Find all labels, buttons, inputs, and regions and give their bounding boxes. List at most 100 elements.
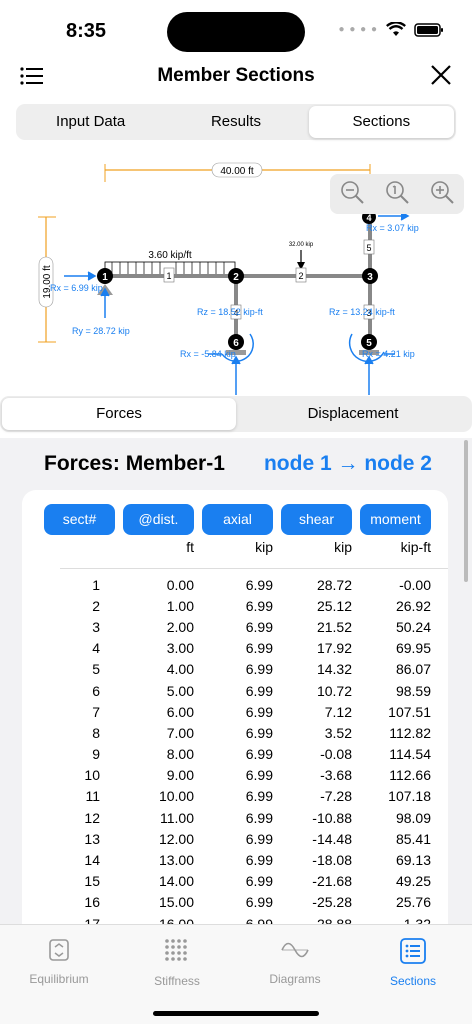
table-row: 3 2.00 6.99 21.52 50.24 xyxy=(44,616,444,637)
sort-shear-button[interactable]: shear xyxy=(281,504,352,535)
cell-shear: 17.92 xyxy=(316,640,352,657)
unit-shear: kip xyxy=(334,539,352,555)
load-label: 3.60 kip/ft xyxy=(148,250,192,261)
main-tab-control: Input Data Results Sections xyxy=(16,104,456,140)
scrollbar[interactable] xyxy=(464,440,468,582)
cell-sect: 4 xyxy=(92,640,100,657)
point-load-label: 32.00 kip xyxy=(289,242,314,248)
cell-axial: 6.99 xyxy=(245,830,273,847)
cell-dist: 16.00 xyxy=(158,915,194,924)
cell-sect: 6 xyxy=(92,682,100,699)
cell-shear: -14.48 xyxy=(312,830,352,847)
cell-sect: 2 xyxy=(92,597,100,614)
zoom-in-icon[interactable] xyxy=(429,179,455,210)
cell-moment: 85.41 xyxy=(395,830,431,847)
reaction-rz5: Rz = 13.24 kip-ft xyxy=(329,307,395,317)
unit-axial: kip xyxy=(255,539,273,555)
cell-dist: 7.00 xyxy=(166,724,194,741)
cell-sect: 15 xyxy=(84,873,100,890)
tab-bar: Equilibrium Stiffness Diagrams Sections xyxy=(0,924,472,1024)
cell-shear: -0.08 xyxy=(320,746,352,763)
cell-dist: 0.00 xyxy=(166,576,194,593)
cell-shear: 28.72 xyxy=(316,576,352,593)
cell-sect: 1 xyxy=(92,576,100,593)
table-row: 10 9.00 6.99 -3.68 112.66 xyxy=(44,765,444,786)
cell-moment: -1.32 xyxy=(399,915,431,924)
cell-dist: 14.00 xyxy=(158,873,194,890)
member-nodes-link[interactable]: node 1 → node 2 xyxy=(264,452,432,476)
sort-moment-button[interactable]: moment xyxy=(360,504,431,535)
cell-sect: 3 xyxy=(92,618,100,635)
tab-equilibrium[interactable]: Equilibrium xyxy=(0,937,118,986)
cell-dist: 1.00 xyxy=(166,597,194,614)
cell-axial: 6.99 xyxy=(245,661,273,678)
zoom-controls xyxy=(330,174,464,214)
point-load: 32.00 kip xyxy=(289,242,314,270)
reaction-rx1: Rx = 6.99 kip xyxy=(50,283,103,293)
cell-moment: 112.82 xyxy=(389,724,431,741)
tab-stiffness[interactable]: Stiffness xyxy=(118,937,236,988)
cell-moment: 98.09 xyxy=(395,809,431,826)
tab-results[interactable]: Results xyxy=(163,106,308,138)
page-title: Member Sections xyxy=(157,65,315,86)
cell-shear: 25.12 xyxy=(316,597,352,614)
sort-dist-button[interactable]: @dist. xyxy=(123,504,194,535)
cell-sect: 16 xyxy=(84,894,100,911)
forces-table-body: 1 0.00 6.99 28.72 -0.00 2 1.00 6.99 25.12 26.92 3 2… xyxy=(44,574,444,924)
cell-moment: 107.18 xyxy=(388,788,431,805)
member-1-label: 1 xyxy=(166,271,171,281)
cell-axial: 6.99 xyxy=(245,597,273,614)
cell-axial: 6.99 xyxy=(245,915,273,924)
cell-dist: 11.00 xyxy=(160,809,194,826)
tab-forces[interactable]: Forces xyxy=(2,398,236,430)
node-6-label: 6 xyxy=(233,338,239,349)
tab-displacement[interactable]: Displacement xyxy=(236,398,470,430)
cell-dist: 15.00 xyxy=(158,894,194,911)
cell-dist: 5.00 xyxy=(166,682,194,699)
tab-sections[interactable]: Sections xyxy=(308,106,454,138)
table-row: 2 1.00 6.99 25.12 26.92 xyxy=(44,595,444,616)
cell-moment: 49.25 xyxy=(395,873,431,890)
cell-shear: -3.68 xyxy=(320,767,352,784)
cell-moment: 114.54 xyxy=(389,746,431,763)
cell-axial: 6.99 xyxy=(245,682,273,699)
height-dimension: 19.00 ft xyxy=(38,216,56,343)
forces-panel: Forces: Member-1 node 1 → node 2 sect# @… xyxy=(0,438,472,924)
cell-moment: 25.76 xyxy=(395,894,431,911)
sections-list-icon xyxy=(400,938,426,964)
cell-axial: 6.99 xyxy=(245,873,273,890)
cell-shear: 10.72 xyxy=(316,682,352,699)
zoom-out-icon[interactable] xyxy=(339,179,365,210)
close-icon[interactable] xyxy=(430,64,452,91)
cell-dist: 2.00 xyxy=(166,618,194,635)
cell-axial: 6.99 xyxy=(245,640,273,657)
cell-moment: 50.24 xyxy=(395,618,431,635)
reaction-ry1: Ry = 28.72 kip xyxy=(72,326,130,336)
cell-shear: 3.52 xyxy=(324,724,352,741)
cell-dist: 3.00 xyxy=(166,640,194,657)
cell-moment: 26.92 xyxy=(395,597,431,614)
table-row: 16 15.00 6.99 -25.28 25.76 xyxy=(44,892,444,913)
status-bar: 8:35 ● ● ● ● xyxy=(0,0,472,64)
navigation-bar: Member Sections xyxy=(0,60,472,92)
units-row: ft kip kip kip-ft xyxy=(44,539,431,555)
table-row: 1 0.00 6.99 28.72 -0.00 xyxy=(44,574,444,595)
cell-dist: 4.00 xyxy=(166,661,194,678)
cell-shear: -7.28 xyxy=(320,788,352,805)
cell-axial: 6.99 xyxy=(245,703,273,720)
tab-sections-bottom[interactable]: Sections xyxy=(354,937,472,988)
cell-axial: 6.99 xyxy=(245,809,273,826)
cell-moment: 86.07 xyxy=(395,661,431,678)
zoom-reset-icon[interactable] xyxy=(384,179,410,210)
table-row: 6 5.00 6.99 10.72 98.59 xyxy=(44,680,444,701)
reaction-rx5: Rx = 4.21 kip xyxy=(362,349,415,359)
cell-sect: 5 xyxy=(92,661,100,678)
sort-sect-button[interactable]: sect# xyxy=(44,504,115,535)
node-3-label: 3 xyxy=(367,272,373,283)
sort-axial-button[interactable]: axial xyxy=(202,504,273,535)
table-row: 13 12.00 6.99 -14.48 85.41 xyxy=(44,828,444,849)
tab-input-data[interactable]: Input Data xyxy=(18,106,163,138)
forces-title: Forces: Member-1 xyxy=(44,452,225,475)
span-label: 40.00 ft xyxy=(220,166,254,177)
tab-diagrams[interactable]: Diagrams xyxy=(236,937,354,986)
